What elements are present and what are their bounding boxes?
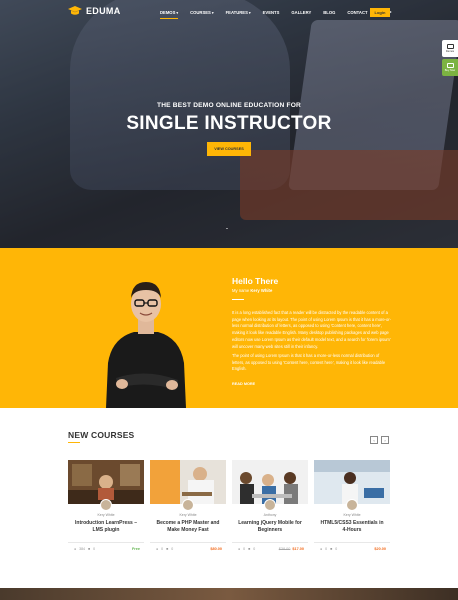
old-price: $38.00 bbox=[278, 547, 291, 551]
students-count: 384 bbox=[79, 547, 85, 551]
students-count: 0 bbox=[243, 547, 246, 551]
menu-item-contact[interactable]: CONTACT bbox=[347, 10, 367, 15]
course-thumbnail[interactable] bbox=[150, 460, 226, 504]
divider bbox=[232, 542, 308, 543]
hello-title: Hello There bbox=[232, 276, 279, 286]
menu-label: DEMOS bbox=[160, 10, 176, 15]
hero-banner: EDUMA DEMOS ▾ COURSES ▾ FEATURES ▾ EVENTS G… bbox=[0, 0, 458, 248]
comments-count: 0 bbox=[253, 547, 256, 551]
course-thumbnail[interactable] bbox=[232, 460, 308, 504]
divider bbox=[150, 542, 226, 543]
course-thumbnail[interactable] bbox=[68, 460, 144, 504]
course-title[interactable]: Introduction LearnPress – LMS plugin bbox=[72, 520, 140, 534]
comments-icon: ■ bbox=[330, 547, 333, 551]
current-price: $17.00 bbox=[292, 547, 304, 551]
comments-count: 0 bbox=[171, 547, 174, 551]
chevron-down-icon: ▾ bbox=[248, 10, 251, 15]
course-card[interactable]: Anthony Learning jQuery Mobile for Begin… bbox=[232, 460, 308, 560]
course-meta: ● 0 ■ 0 bbox=[238, 547, 255, 551]
course-card[interactable]: Kery White HTML5/CSS3 Essentials in 4-Ho… bbox=[314, 460, 390, 560]
course-author[interactable]: Anthony bbox=[232, 513, 308, 517]
course-price: $20.00 bbox=[374, 547, 386, 551]
course-card[interactable]: Kery White Introduction LearnPress – LMS… bbox=[68, 460, 144, 560]
course-author[interactable]: Kery White bbox=[314, 513, 390, 517]
hero-subtitle: THE BEST DEMO ONLINE EDUCATION FOR bbox=[156, 102, 302, 109]
instructor-name: Kery White bbox=[250, 288, 273, 293]
course-author[interactable]: Kery White bbox=[150, 513, 226, 517]
course-thumbnail[interactable] bbox=[314, 460, 390, 504]
divider bbox=[68, 542, 144, 543]
main-menu: DEMOS ▾ COURSES ▾ FEATURES ▾ EVENTS GALLERY… bbox=[160, 10, 403, 19]
instructor-photo bbox=[106, 282, 186, 408]
side-tab-buy-now[interactable]: Buy Now bbox=[442, 59, 458, 76]
chevron-down-icon: ▾ bbox=[211, 10, 214, 15]
hello-name: My name Kery White bbox=[232, 288, 272, 293]
login-button[interactable]: Login bbox=[370, 8, 390, 17]
menu-label: BLOG bbox=[323, 10, 336, 15]
avatar bbox=[264, 499, 276, 511]
students-count: 0 bbox=[325, 547, 328, 551]
comments-count: 0 bbox=[335, 547, 338, 551]
menu-item-features[interactable]: FEATURES ▾ bbox=[226, 10, 251, 15]
course-meta: ● 384 ■ 0 bbox=[74, 547, 95, 551]
menu-item-blog[interactable]: BLOG bbox=[323, 10, 335, 15]
course-author[interactable]: Kery White bbox=[68, 513, 144, 517]
view-courses-button[interactable]: VIEW COURSES bbox=[207, 142, 251, 156]
menu-item-courses[interactable]: COURSES ▾ bbox=[190, 10, 213, 15]
about-paragraph-2: The point of using Lorem Ipsum is that i… bbox=[232, 353, 386, 372]
menu-label: COURSES bbox=[190, 10, 211, 15]
name-prefix: My name bbox=[232, 288, 250, 293]
side-tab-label: Demos bbox=[445, 50, 455, 53]
menu-item-gallery[interactable]: GALLERY bbox=[291, 10, 311, 15]
course-meta: ● 0 ■ 0 bbox=[320, 547, 337, 551]
hero-title: SINGLE INSTRUCTOR bbox=[126, 113, 332, 134]
carousel-next-button[interactable]: › bbox=[381, 436, 389, 444]
course-title[interactable]: HTML5/CSS3 Essentials in 4-Hours bbox=[318, 520, 386, 534]
students-icon: ● bbox=[74, 547, 77, 551]
divider bbox=[232, 299, 244, 300]
avatar bbox=[182, 499, 194, 511]
course-meta: ● 0 ■ 0 bbox=[156, 547, 173, 551]
divider bbox=[314, 542, 390, 543]
menu-label: EVENTS bbox=[262, 10, 280, 15]
about-paragraph-1: It is a long established fact that a rea… bbox=[232, 310, 391, 349]
menu-item-demos[interactable]: DEMOS ▾ bbox=[160, 10, 179, 19]
menu-label: FEATURES bbox=[225, 10, 248, 15]
course-price: $80.00 bbox=[210, 547, 222, 551]
cart-icon bbox=[446, 63, 454, 68]
side-tab-demos[interactable]: Demos bbox=[442, 40, 458, 57]
students-icon: ● bbox=[156, 547, 159, 551]
carousel-prev-button[interactable]: ‹ bbox=[370, 436, 378, 444]
course-title[interactable]: Learning jQuery Mobile for Beginners bbox=[236, 520, 304, 534]
logo[interactable]: EDUMA bbox=[68, 6, 121, 16]
chevron-down-icon: ▾ bbox=[176, 10, 179, 15]
menu-item-events[interactable]: EVENTS bbox=[263, 10, 280, 15]
course-price: Free bbox=[131, 547, 140, 551]
logo-text: EDUMA bbox=[86, 6, 121, 16]
students-icon: ● bbox=[238, 547, 241, 551]
comments-count: 0 bbox=[93, 547, 96, 551]
avatar bbox=[100, 499, 112, 511]
menu-label: GALLERY bbox=[291, 10, 312, 15]
course-card[interactable]: Kery White Become a PHP Master and Make … bbox=[150, 460, 226, 560]
section-title: NEW COURSES bbox=[68, 430, 135, 440]
next-section-banner bbox=[0, 588, 458, 600]
menu-label: CONTACT bbox=[347, 10, 368, 15]
avatar bbox=[346, 499, 358, 511]
course-title[interactable]: Become a PHP Master and Make Money Fast bbox=[154, 520, 222, 534]
comments-icon: ■ bbox=[166, 547, 169, 551]
scroll-down-icon[interactable]: ˇ bbox=[226, 229, 228, 235]
comments-icon: ■ bbox=[248, 547, 251, 551]
top-nav: EDUMA DEMOS ▾ COURSES ▾ FEATURES ▾ EVENTS G… bbox=[0, 0, 458, 26]
students-count: 0 bbox=[161, 547, 164, 551]
course-price: $38.00 $17.00 bbox=[279, 547, 304, 551]
monitor-icon bbox=[446, 44, 454, 49]
graduation-cap-icon bbox=[68, 6, 82, 15]
read-more-link[interactable]: READ MORE bbox=[232, 382, 255, 386]
students-icon: ● bbox=[320, 547, 323, 551]
about-section: Hello There My name Kery White It is a l… bbox=[0, 248, 458, 408]
side-tab-label: Buy Now bbox=[444, 69, 456, 72]
comments-icon: ■ bbox=[87, 547, 91, 551]
divider bbox=[68, 442, 80, 443]
